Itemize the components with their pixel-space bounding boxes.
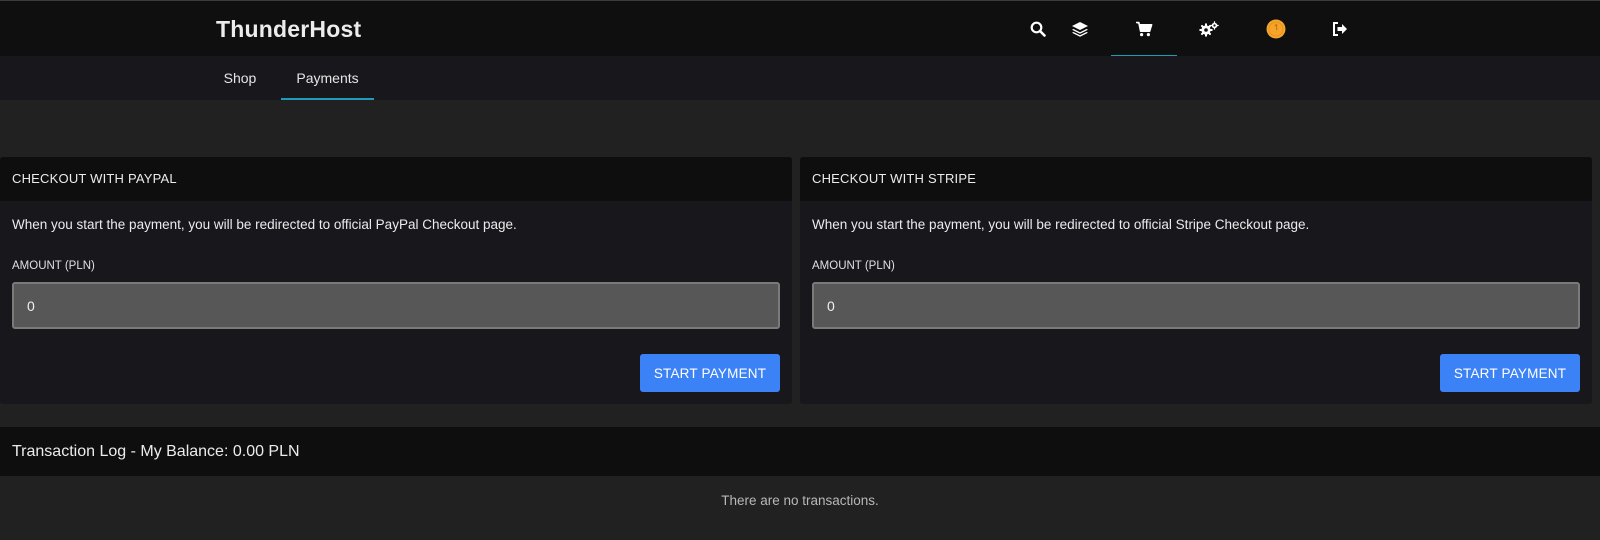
transaction-log: Transaction Log - My Balance: 0.00 PLN T…: [0, 427, 1600, 540]
brand-logo[interactable]: ThunderHost: [216, 16, 361, 43]
sub-navbar: Shop Payments: [0, 56, 1600, 100]
stripe-card-title: CHECKOUT WITH STRIPE: [800, 157, 1592, 201]
sign-out-icon[interactable]: [1307, 1, 1373, 57]
stripe-amount-label: AMOUNT (PLN): [812, 260, 895, 272]
stripe-description: When you start the payment, you will be …: [812, 217, 1310, 232]
paypal-start-payment-button[interactable]: START PAYMENT: [640, 354, 780, 392]
layers-icon[interactable]: [1047, 1, 1113, 57]
stripe-start-payment-button[interactable]: START PAYMENT: [1440, 354, 1580, 392]
stripe-amount-input[interactable]: [812, 282, 1580, 329]
paypal-checkout-card: CHECKOUT WITH PAYPAL When you start the …: [0, 157, 792, 404]
no-transactions-message: There are no transactions.: [721, 493, 879, 508]
paypal-amount-label: AMOUNT (PLN): [12, 260, 95, 272]
paypal-description: When you start the payment, you will be …: [12, 217, 517, 232]
cogs-icon[interactable]: [1176, 1, 1242, 57]
top-navbar: ThunderHost: [0, 0, 1600, 57]
tab-payments[interactable]: Payments: [281, 56, 374, 100]
coin-icon[interactable]: [1243, 1, 1309, 57]
tab-shop[interactable]: Shop: [207, 56, 273, 100]
paypal-amount-input[interactable]: [12, 282, 780, 329]
paypal-card-title: CHECKOUT WITH PAYPAL: [0, 157, 792, 201]
cart-icon[interactable]: [1111, 1, 1177, 57]
stripe-checkout-card: CHECKOUT WITH STRIPE When you start the …: [800, 157, 1592, 404]
transaction-log-title: Transaction Log - My Balance: 0.00 PLN: [0, 427, 1600, 476]
